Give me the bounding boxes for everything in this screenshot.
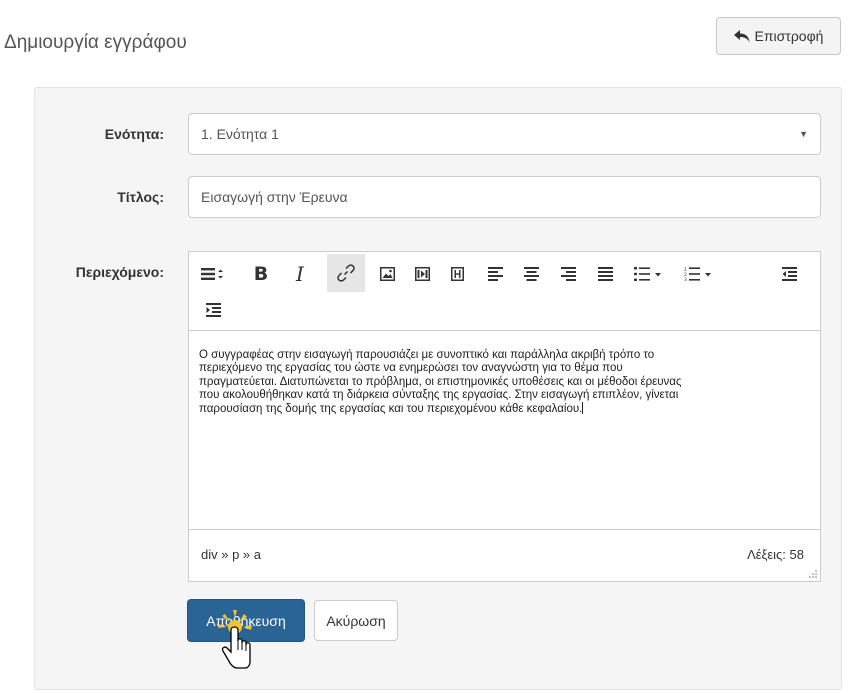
- content-line-text: παρουσίαση της δομής της εργασίας και το…: [199, 403, 583, 416]
- editor-statusbar: div » p » a Λέξεις: 58: [189, 529, 820, 581]
- content-line: Ο συγγραφέας στην εισαγωγή παρουσιάζει μ…: [199, 349, 655, 361]
- page-title: Δημιουργία εγγράφου: [4, 32, 187, 53]
- format-icon[interactable]: [197, 258, 229, 290]
- cancel-button[interactable]: Ακύρωση: [314, 600, 398, 641]
- back-button-label: Επιστροφή: [754, 28, 824, 44]
- text-caret: [582, 402, 584, 415]
- content-line: παρουσίαση της δομής της εργασίας και το…: [199, 402, 810, 416]
- template-icon[interactable]: [441, 258, 473, 290]
- svg-text:3: 3: [684, 277, 687, 281]
- word-count: Λέξεις: 58: [747, 547, 804, 562]
- align-justify-icon[interactable]: [589, 258, 621, 290]
- content-line: που ακολουθήθηκαν κατά τη διάρκεια σύντα…: [199, 388, 679, 401]
- page: Δημιουργία εγγράφου Επιστροφή Ενότητα: 1…: [0, 0, 848, 693]
- italic-icon[interactable]: I: [284, 258, 316, 290]
- align-center-icon[interactable]: [515, 258, 547, 290]
- element-path[interactable]: div » p » a: [201, 547, 261, 562]
- reply-icon: [733, 30, 750, 42]
- hand-cursor-icon: [218, 610, 252, 669]
- media-icon[interactable]: [406, 258, 438, 290]
- section-select[interactable]: 1. Ενότητα 1 ▼: [188, 113, 821, 155]
- resize-handle-icon[interactable]: [808, 569, 818, 579]
- bold-icon[interactable]: B: [245, 258, 277, 290]
- chevron-down-icon: ▼: [799, 129, 808, 139]
- numbered-list-icon[interactable]: 1 2 3: [677, 258, 719, 290]
- indent-icon[interactable]: [197, 294, 229, 326]
- content-line: πραγματεύεται. Διατυπώνεται το πρόβλημα,…: [199, 375, 682, 388]
- back-button[interactable]: Επιστροφή: [716, 17, 841, 55]
- section-label: Ενότητα:: [104, 126, 164, 142]
- title-input-value: Εισαγωγή στην Έρευνα: [201, 189, 348, 205]
- outdent-icon[interactable]: [773, 258, 805, 290]
- editor-content[interactable]: Ο συγγραφέας στην εισαγωγή παρουσιάζει μ…: [189, 332, 820, 528]
- image-icon[interactable]: [371, 258, 403, 290]
- link-icon[interactable]: [327, 254, 365, 292]
- bullet-list-icon[interactable]: [627, 258, 669, 290]
- align-left-icon[interactable]: [479, 258, 511, 290]
- title-label: Τίτλος:: [117, 189, 164, 205]
- content-label: Περιεχόμενο:: [75, 264, 164, 280]
- section-select-value: 1. Ενότητα 1: [201, 126, 279, 142]
- editor-toolbar: B I 1 2 3: [189, 252, 820, 331]
- rich-text-editor: B I 1 2 3 Ο συγγραφέας στην εισαγωγή παρ…: [188, 251, 821, 582]
- title-input[interactable]: Εισαγωγή στην Έρευνα: [188, 176, 821, 218]
- align-right-icon[interactable]: [552, 258, 584, 290]
- content-line: περιεχόμενο της εργασίας του ώστε να ενη…: [199, 362, 623, 375]
